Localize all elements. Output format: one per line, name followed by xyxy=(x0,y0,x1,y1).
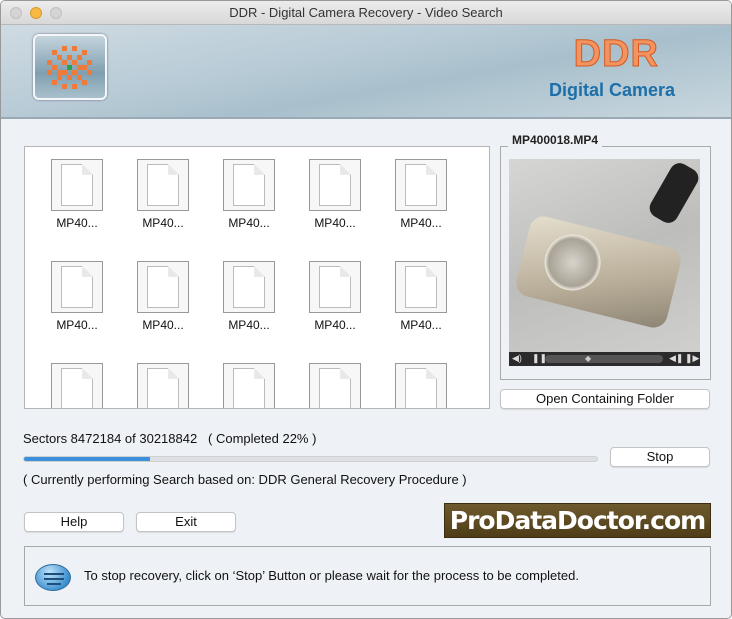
brand-title: DDR xyxy=(573,33,659,76)
file-item[interactable]: MP40... xyxy=(214,159,284,230)
file-name: MP40... xyxy=(314,318,356,332)
prodatadoctor-logo: ProDataDoctor.com xyxy=(444,503,711,538)
stop-button[interactable]: Stop xyxy=(610,447,710,467)
file-icon xyxy=(309,363,361,408)
message-text: To stop recovery, click on ‘Stop’ Button… xyxy=(84,568,579,583)
file-item[interactable]: MP40... xyxy=(42,159,112,230)
file-icon xyxy=(309,159,361,211)
file-name: MP40... xyxy=(228,216,270,230)
zoom-button[interactable] xyxy=(50,7,62,19)
file-item[interactable]: MP40... xyxy=(42,261,112,332)
file-item[interactable]: MP40... xyxy=(128,159,198,230)
file-grid[interactable]: MP40... MP40... MP40... MP40... MP40... MP40.… xyxy=(24,146,490,409)
file-item[interactable] xyxy=(214,363,284,408)
video-controls: ◀) ❚❚ ◆ ◀❚ ❚▶ xyxy=(509,352,700,366)
file-item[interactable] xyxy=(42,363,112,408)
preview-filename: MP400018.MP4 xyxy=(508,133,603,147)
close-button[interactable] xyxy=(10,7,22,19)
file-item[interactable]: MP40... xyxy=(214,261,284,332)
volume-icon[interactable]: ◀) xyxy=(512,353,522,364)
completed-text: ( Completed 22% ) xyxy=(208,431,317,446)
file-icon xyxy=(395,261,447,313)
progress-text: Sectors 8472184 of 30218842 ( Completed … xyxy=(23,431,316,446)
file-icon xyxy=(51,363,103,408)
file-icon xyxy=(137,261,189,313)
file-icon xyxy=(395,363,447,408)
file-item[interactable] xyxy=(386,363,456,408)
file-icon xyxy=(395,159,447,211)
progress-bar xyxy=(23,456,598,462)
status-text: ( Currently performing Search based on: … xyxy=(23,472,467,487)
file-item[interactable]: MP40... xyxy=(386,261,456,332)
file-icon xyxy=(137,159,189,211)
file-icon xyxy=(223,261,275,313)
file-item[interactable]: MP40... xyxy=(386,159,456,230)
header-banner: DDR Digital Camera xyxy=(1,25,731,119)
file-name: MP40... xyxy=(228,318,270,332)
file-icon xyxy=(223,159,275,211)
title-bar: DDR - Digital Camera Recovery - Video Se… xyxy=(1,1,731,25)
file-name: MP40... xyxy=(142,216,184,230)
file-item[interactable]: MP40... xyxy=(300,159,370,230)
file-icon xyxy=(223,363,275,408)
open-folder-button[interactable]: Open Containing Folder xyxy=(500,389,710,409)
help-button[interactable]: Help xyxy=(24,512,124,532)
window-title: DDR - Digital Camera Recovery - Video Se… xyxy=(229,5,503,20)
file-name: MP40... xyxy=(56,216,98,230)
app-window: DDR - Digital Camera Recovery - Video Se… xyxy=(0,0,732,619)
file-item[interactable]: MP40... xyxy=(300,261,370,332)
progress-fill xyxy=(24,457,151,461)
file-name: MP40... xyxy=(314,216,356,230)
file-icon xyxy=(51,159,103,211)
file-name: MP40... xyxy=(400,216,442,230)
step-back-icon[interactable]: ◀❚ xyxy=(669,353,683,364)
message-box: To stop recovery, click on ‘Stop’ Button… xyxy=(24,546,711,606)
speech-bubble-icon xyxy=(35,564,71,591)
step-forward-icon[interactable]: ❚▶ xyxy=(685,353,699,364)
file-icon xyxy=(309,261,361,313)
file-name: MP40... xyxy=(400,318,442,332)
file-name: MP40... xyxy=(56,318,98,332)
seek-slider[interactable]: ◆ xyxy=(545,354,663,363)
file-name: MP40... xyxy=(142,318,184,332)
app-logo-icon xyxy=(33,34,107,100)
sectors-text: Sectors 8472184 of 30218842 xyxy=(23,431,198,446)
file-item[interactable] xyxy=(300,363,370,408)
video-preview xyxy=(509,159,702,352)
file-icon xyxy=(137,363,189,408)
preview-panel: ◀) ❚❚ ◆ ◀❚ ❚▶ xyxy=(500,146,711,380)
exit-button[interactable]: Exit xyxy=(136,512,236,532)
brand-subtitle: Digital Camera xyxy=(548,80,675,100)
minimize-button[interactable] xyxy=(30,7,42,19)
file-icon xyxy=(51,261,103,313)
file-item[interactable] xyxy=(128,363,198,408)
file-item[interactable]: MP40... xyxy=(128,261,198,332)
